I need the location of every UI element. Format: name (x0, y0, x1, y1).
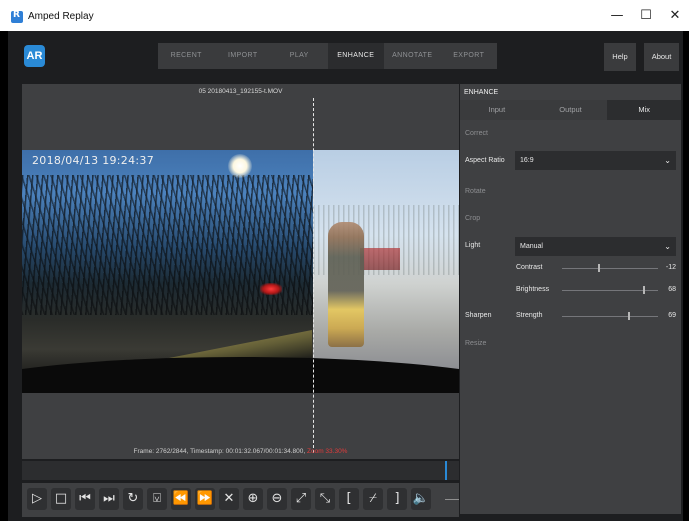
brightness-slider-handle[interactable] (642, 286, 645, 294)
rewind-button[interactable]: ⏪ (171, 488, 191, 510)
bookmark-button[interactable]: ⍌ (147, 488, 167, 510)
help-button[interactable]: Help (604, 43, 636, 71)
mark-in-button[interactable]: [ (339, 488, 359, 510)
fit-expand-button[interactable]: ⤢ (291, 488, 311, 510)
video-filename: 05 20180413_192155-t.MOV (198, 88, 283, 95)
street-light-glow (228, 154, 252, 178)
next-frame-icon: ⏭ (103, 491, 115, 506)
section-correct[interactable]: Correct (465, 130, 488, 137)
contrast-value: -12 (665, 264, 676, 271)
aspect-ratio-dropdown[interactable]: 16:9 ⌄ (515, 151, 676, 170)
tab-export[interactable]: EXPORT (441, 43, 498, 69)
strength-slider-handle[interactable] (628, 312, 631, 320)
volume-icon: 🔈 (412, 491, 430, 506)
brightness-value: 68 (668, 286, 676, 293)
brightness-label: Brightness (516, 286, 550, 293)
play-icon: ▷ (32, 491, 42, 506)
enhance-title: ENHANCE (464, 89, 499, 96)
frame-timestamp-text: Frame: 2762/2844, Timestamp: 00:01:32.06… (133, 448, 306, 455)
play-button[interactable]: ▷ (27, 488, 47, 510)
app-icon (11, 10, 23, 23)
original-video-half (22, 150, 313, 393)
tab-enhance[interactable]: ENHANCE (327, 43, 384, 69)
person-figure (328, 222, 364, 347)
skip-start-button[interactable]: ⏮ (75, 488, 95, 510)
tab-annotate[interactable]: ANNOTATE (384, 43, 441, 69)
minimize-button[interactable]: — (604, 6, 630, 26)
fit-expand-icon: ⤢ (295, 491, 307, 506)
light-mode-value: Manual (520, 243, 543, 250)
section-rotate[interactable]: Rotate (465, 188, 486, 195)
app-logo: AR (24, 45, 45, 67)
clear-marks-button[interactable]: ⌿ (363, 488, 383, 510)
zoom-in-button[interactable]: ⊕ (243, 488, 263, 510)
clear-marks-icon: ⌿ (369, 491, 377, 506)
tab-mix[interactable]: Mix (607, 100, 682, 120)
frame-info: Frame: 2762/2844, Timestamp: 00:01:32.06… (22, 448, 459, 455)
tab-recent[interactable]: RECENT (158, 43, 215, 69)
chevron-down-icon: ⌄ (664, 242, 671, 251)
transport-controls: ▷ □ ⏮ ⏭ ↻ ⍌ ⏪ ⏩ ✕ ⊕ ⊖ ⤢ ⤡ [ ⌿] 🔈 (22, 483, 459, 517)
loop-icon: ↻ (127, 491, 139, 506)
strength-slider[interactable] (562, 316, 658, 317)
section-resize[interactable]: Resize (465, 340, 486, 347)
bookmark-icon: ⍌ (153, 491, 161, 506)
aspect-ratio-label: Aspect Ratio (465, 157, 505, 164)
tab-import[interactable]: IMPORT (215, 43, 272, 69)
about-button[interactable]: About (644, 43, 679, 71)
volume-button[interactable]: 🔈 (411, 488, 431, 510)
fast-forward-icon: ⏩ (196, 491, 214, 506)
enhance-panel: ENHANCE Input Output Mix Correct Aspect … (460, 84, 682, 514)
strength-value: 69 (668, 312, 676, 319)
tab-input[interactable]: Input (460, 100, 534, 120)
enhance-subtabs: Input Output Mix (460, 100, 682, 120)
video-frame[interactable]: 2018/04/13 19:24:37 (22, 150, 459, 393)
zoom-in-icon: ⊕ (247, 491, 259, 506)
section-crop[interactable]: Crop (465, 215, 480, 222)
sharpen-label: Sharpen (465, 312, 492, 319)
strength-label: Strength (516, 312, 543, 319)
window-title: Amped Replay (28, 11, 94, 22)
fit-shrink-button[interactable]: ⤡ (315, 488, 335, 510)
contrast-label: Contrast (516, 264, 543, 271)
timeline-scrubber[interactable] (22, 461, 459, 480)
volume-slider[interactable] (445, 499, 459, 500)
zoom-level-text: Zoom 33.30% (307, 448, 348, 455)
zoom-out-button[interactable]: ⊖ (267, 488, 287, 510)
aspect-ratio-value: 16:9 (520, 157, 534, 164)
contrast-slider-handle[interactable] (597, 264, 600, 272)
maximize-button[interactable]: ☐ (633, 6, 659, 26)
contrast-slider[interactable] (562, 268, 658, 269)
next-frame-button[interactable]: ⏭ (99, 488, 119, 510)
rewind-icon: ⏪ (172, 491, 190, 506)
skip-start-icon: ⏮ (79, 491, 91, 506)
mark-out-icon: ] (394, 491, 400, 506)
light-mode-dropdown[interactable]: Manual ⌄ (515, 237, 676, 256)
mark-out-button[interactable]: ] (387, 488, 407, 510)
clear-icon: ✕ (223, 491, 235, 506)
loop-button[interactable]: ↻ (123, 488, 143, 510)
close-button[interactable]: ✕ (662, 6, 688, 26)
main-nav: RECENT IMPORT PLAY ENHANCE ANNOTATE EXPO… (158, 43, 497, 69)
fit-shrink-icon: ⤡ (319, 491, 331, 506)
mix-split-handle[interactable] (313, 98, 314, 453)
tab-play[interactable]: PLAY (271, 43, 328, 69)
stop-button[interactable]: □ (51, 488, 71, 510)
window-titlebar: Amped Replay — ☐ ✕ (0, 0, 689, 31)
clear-button[interactable]: ✕ (219, 488, 239, 510)
app-frame: AR RECENT IMPORT PLAY ENHANCE ANNOTATE E… (8, 31, 683, 521)
video-viewer[interactable]: 05 20180413_192155-t.MOV 2018/04/13 19:2… (22, 84, 459, 459)
fast-forward-button[interactable]: ⏩ (195, 488, 215, 510)
vehicle-shape (360, 248, 400, 270)
enhanced-video-half (313, 150, 459, 393)
video-timestamp-overlay: 2018/04/13 19:24:37 (32, 154, 155, 167)
mark-in-icon: [ (346, 491, 352, 506)
zoom-out-icon: ⊖ (271, 491, 283, 506)
timeline-playhead[interactable] (445, 461, 448, 480)
chevron-down-icon: ⌄ (664, 156, 671, 165)
light-label: Light (465, 242, 481, 249)
tab-output[interactable]: Output (534, 100, 608, 120)
stop-icon: □ (54, 491, 68, 506)
car-taillights (260, 283, 282, 295)
